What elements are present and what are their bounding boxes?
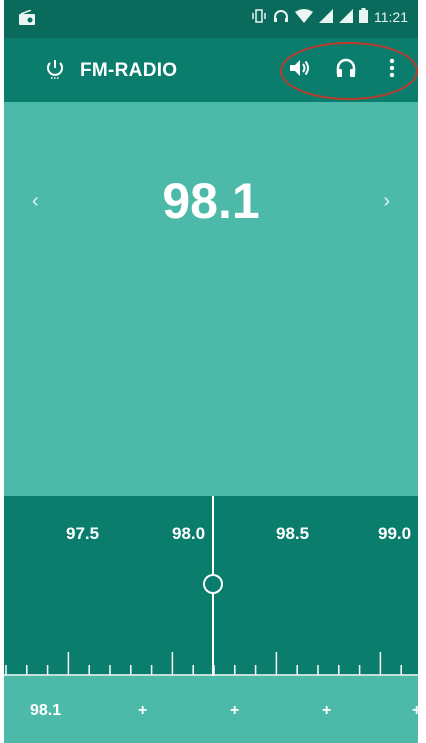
scale-label: 98.5 [276, 524, 310, 543]
add-preset-button[interactable]: + [138, 702, 147, 720]
preset-station[interactable]: 98.1 [30, 702, 61, 720]
app-bar-actions [288, 56, 404, 80]
headset-icon [273, 9, 289, 26]
tick-marks [4, 652, 418, 676]
more-vert-icon[interactable] [380, 56, 404, 80]
scale-label: 97.5 [66, 524, 100, 543]
next-station-button[interactable]: › [383, 190, 390, 213]
add-preset-button[interactable]: + [322, 702, 331, 720]
add-preset-button[interactable]: + [230, 702, 239, 720]
signal-icon [339, 8, 353, 26]
headphones-icon[interactable] [334, 56, 358, 80]
radio-icon [18, 9, 36, 31]
scale-label: 99.0 [378, 524, 412, 543]
add-preset-button[interactable]: + [412, 702, 418, 720]
scale-label: 98.0 [172, 524, 206, 543]
preset-bar: 98.1 + + + + [4, 676, 418, 743]
frequency-panel: ‹ 98.1 › [4, 102, 418, 496]
wifi-icon [295, 8, 313, 26]
current-frequency: 98.1 [162, 173, 260, 229]
signal-icon [319, 8, 333, 26]
vibrate-icon [251, 8, 267, 26]
power-icon[interactable] [44, 58, 66, 80]
app-bar: FM-RADIO [4, 38, 418, 102]
speaker-icon[interactable] [288, 56, 312, 80]
app-title: FM-RADIO [80, 60, 178, 81]
battery-icon [359, 8, 368, 26]
status-bar: 11:21 [4, 0, 418, 38]
tuner-scale[interactable]: 97.5 98.0 98.5 99.0 [4, 496, 418, 676]
screen: 11:21 FM-RADIO ‹ 98.1 › 97.5 98.0 98.5 9… [4, 0, 418, 743]
status-time: 11:21 [374, 9, 408, 25]
status-icons: 11:21 [251, 8, 408, 26]
tuner-knob[interactable] [203, 574, 223, 594]
